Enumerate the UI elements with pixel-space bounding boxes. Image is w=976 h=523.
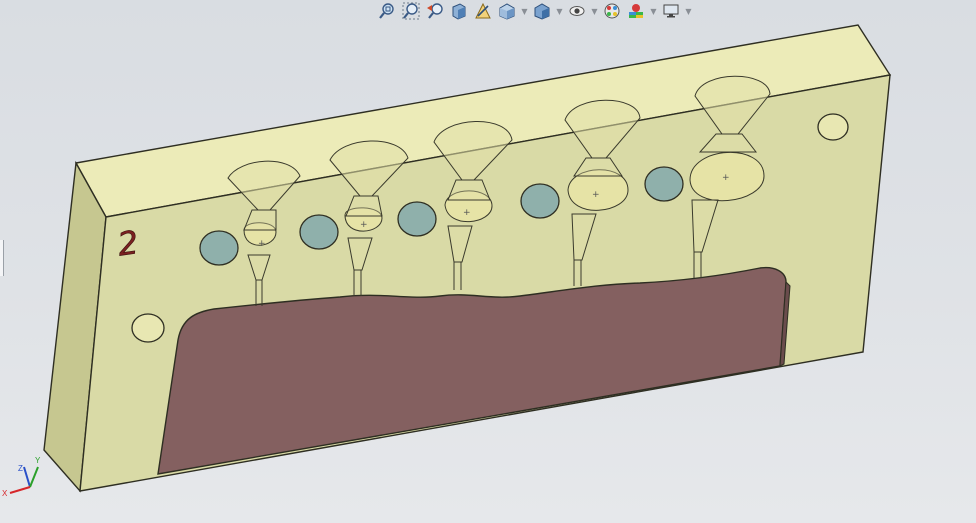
heads-up-view-toolbar: ▼ ▼ ▼ ▼ ▼ <box>376 0 693 22</box>
apply-scene-dropdown-icon[interactable]: ▼ <box>649 0 658 22</box>
view-orientation-button[interactable] <box>496 0 518 22</box>
guide-hole-top-right <box>817 113 849 141</box>
guide-hole-bottom-left <box>131 313 165 343</box>
panel-collapse-handle[interactable] <box>0 240 4 276</box>
triad-z-axis <box>23 466 31 488</box>
svg-text:+: + <box>258 239 266 249</box>
zoom-to-fit-icon <box>379 3 394 19</box>
dynamic-annotation-view-icon <box>475 2 491 19</box>
triad-y-label: Y <box>35 456 41 465</box>
svg-text:+: + <box>360 220 368 230</box>
graphics-viewport[interactable]: + + + + + 2 <box>0 0 976 523</box>
display-style-dropdown-icon[interactable]: ▼ <box>555 0 564 22</box>
apply-scene-button[interactable] <box>625 0 647 22</box>
triad-x-label: X <box>2 489 8 498</box>
ejector-hole <box>397 201 437 237</box>
triad-y-axis <box>29 466 39 488</box>
view-settings-dropdown-icon[interactable]: ▼ <box>684 0 693 22</box>
zoom-to-area-icon <box>402 2 420 20</box>
svg-text:+: + <box>592 190 600 200</box>
previous-view-icon <box>427 3 443 19</box>
ejector-hole <box>520 183 560 219</box>
view-orientation-icon <box>499 3 515 20</box>
ejector-hole <box>644 166 684 202</box>
view-settings-icon <box>663 4 679 18</box>
hide-show-items-button[interactable] <box>566 0 588 22</box>
edit-appearance-icon <box>604 3 620 19</box>
zoom-to-area-button[interactable] <box>400 0 422 22</box>
view-orientation-dropdown-icon[interactable]: ▼ <box>520 0 529 22</box>
hide-show-items-icon <box>569 6 585 16</box>
display-style-button[interactable] <box>531 0 553 22</box>
dynamic-annotation-button[interactable] <box>472 0 494 22</box>
ejector-hole <box>299 214 339 250</box>
edit-appearance-button[interactable] <box>601 0 623 22</box>
previous-view-button[interactable] <box>424 0 446 22</box>
section-view-button[interactable] <box>448 0 470 22</box>
triad-x-axis <box>9 486 31 494</box>
display-style-icon <box>534 3 550 20</box>
zoom-to-fit-button[interactable] <box>376 0 398 22</box>
section-view-icon <box>452 3 466 20</box>
reference-triad: Z Y X <box>2 456 41 498</box>
ejector-hole <box>199 230 239 266</box>
svg-text:+: + <box>722 173 730 183</box>
view-settings-button[interactable] <box>660 0 682 22</box>
svg-text:+: + <box>463 208 471 218</box>
triad-z-label: Z <box>18 464 23 473</box>
hide-show-dropdown-icon[interactable]: ▼ <box>590 0 599 22</box>
apply-scene-icon <box>629 4 643 18</box>
